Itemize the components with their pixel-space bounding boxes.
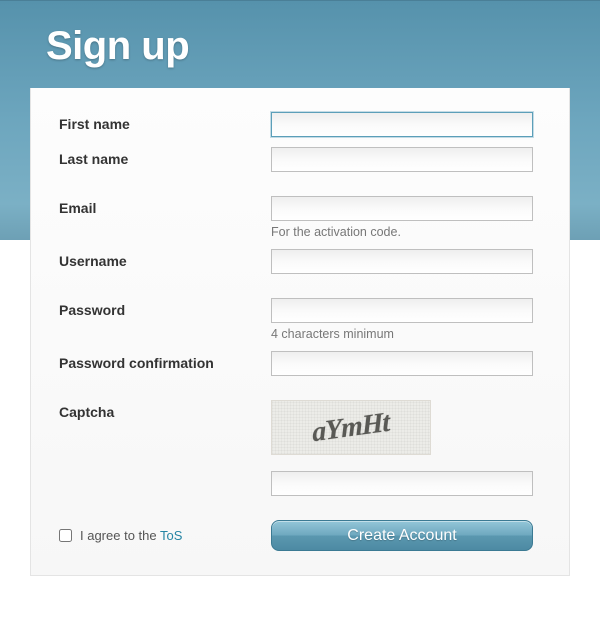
password-input[interactable] <box>271 298 533 323</box>
username-input[interactable] <box>271 249 533 274</box>
agree-block: I agree to the ToS <box>59 528 271 543</box>
password-confirmation-row: Password confirmation <box>59 351 541 376</box>
last-name-input[interactable] <box>271 147 533 172</box>
agree-prefix: I agree to the <box>80 528 160 543</box>
password-confirmation-label: Password confirmation <box>59 351 271 371</box>
agree-checkbox[interactable] <box>59 529 72 542</box>
captcha-challenge-text: aYmHt <box>312 406 390 449</box>
captcha-image: aYmHt <box>271 400 431 455</box>
form-footer: I agree to the ToS Create Account <box>59 520 541 551</box>
email-label: Email <box>59 196 271 216</box>
username-label: Username <box>59 249 271 269</box>
last-name-label: Last name <box>59 147 271 167</box>
password-label: Password <box>59 298 271 318</box>
captcha-row: Captcha aYmHt <box>59 400 541 496</box>
first-name-label: First name <box>59 112 271 132</box>
signup-form: First name Last name Email For the activ… <box>30 88 570 576</box>
password-row: Password 4 characters minimum <box>59 298 541 341</box>
email-row: Email For the activation code. <box>59 196 541 239</box>
first-name-row: First name <box>59 112 541 137</box>
first-name-input[interactable] <box>271 112 533 137</box>
agree-text: I agree to the ToS <box>80 528 182 543</box>
tos-link[interactable]: ToS <box>160 528 182 543</box>
email-input[interactable] <box>271 196 533 221</box>
captcha-label: Captcha <box>59 400 271 420</box>
create-account-button[interactable]: Create Account <box>271 520 533 551</box>
username-row: Username <box>59 249 541 274</box>
last-name-row: Last name <box>59 147 541 172</box>
password-confirmation-input[interactable] <box>271 351 533 376</box>
captcha-input[interactable] <box>271 471 533 496</box>
password-hint: 4 characters minimum <box>271 327 541 341</box>
page-title: Sign up <box>46 24 189 69</box>
email-hint: For the activation code. <box>271 225 541 239</box>
